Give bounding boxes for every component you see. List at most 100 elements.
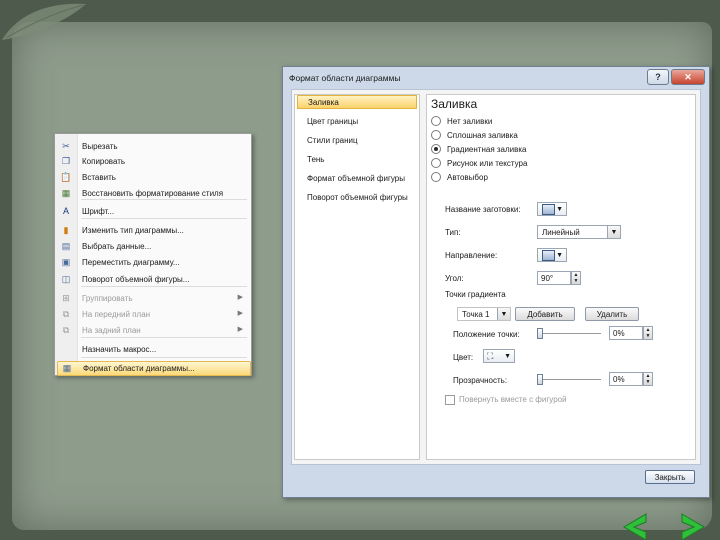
preset-label: Название заготовки: (445, 205, 521, 214)
menu-separator (81, 286, 247, 287)
stop-selector[interactable]: Точка 1 ▼ (457, 307, 511, 321)
menu-item-label: На задний план (82, 325, 141, 335)
chevron-down-icon: ▼ (504, 352, 511, 360)
menu-item-rotate-3d[interactable]: ◫ Поворот объемной фигуры... (57, 272, 249, 286)
transparency-slider[interactable] (537, 379, 601, 380)
nav-item-shadow[interactable]: Тень (297, 152, 417, 166)
direction-swatch-icon (542, 249, 555, 261)
menu-item-label: Вырезать (82, 141, 118, 151)
chevron-down-icon[interactable]: ▼ (607, 226, 620, 238)
menu-item-select-data[interactable]: ▤ Выбрать данные... (57, 239, 249, 253)
preset-swatch-icon (542, 203, 555, 215)
stop-position-label: Положение точки: (453, 330, 520, 339)
dialog-title: Формат области диаграммы (289, 73, 401, 83)
paste-icon: 📋 (60, 171, 72, 182)
menu-item-label: Поворот объемной фигуры... (82, 274, 190, 284)
nav-item-3d-rotation[interactable]: Поворот объемной фигуры (297, 190, 417, 204)
stop-position-slider[interactable] (537, 333, 601, 334)
menu-item-move-chart[interactable]: ▣ Переместить диаграмму... (57, 255, 249, 269)
transparency-thumb[interactable] (537, 374, 543, 385)
chevron-down-icon[interactable]: ▼ (497, 308, 510, 320)
radio-picture-texture-fill[interactable]: Рисунок или текстура (431, 157, 527, 169)
type-value: Линейный (542, 227, 580, 237)
help-button[interactable]: ? (647, 69, 669, 85)
menu-item-reset-style[interactable]: ▦ Восстановить форматирование стиля (57, 186, 249, 200)
menu-separator (81, 337, 247, 338)
previous-slide-arrow-icon[interactable] (623, 513, 647, 540)
menu-item-paste[interactable]: 📋 Вставить (57, 170, 249, 184)
radio-button[interactable] (431, 144, 441, 154)
submenu-arrow-icon: ▶ (237, 294, 243, 301)
nav-item-fill[interactable]: Заливка (297, 95, 417, 109)
move-chart-icon: ▣ (61, 256, 71, 267)
stop-value: Точка 1 (462, 309, 490, 319)
nav-item-border-color[interactable]: Цвет границы (297, 114, 417, 128)
leaf-decoration-icon (2, 3, 86, 40)
color-picker-button[interactable]: ⛶ ▼ (483, 349, 515, 363)
menu-item-font[interactable]: A Шрифт... (57, 204, 249, 218)
stop-position-thumb[interactable] (537, 328, 543, 339)
type-label: Тип: (445, 228, 461, 237)
menu-item-label: Переместить диаграмму... (82, 257, 180, 267)
menu-item-scissors[interactable]: ✂ Вырезать (57, 139, 249, 153)
menu-item-copy[interactable]: ❐ Копировать (57, 154, 249, 168)
radio-label: Автовыбор (447, 172, 488, 182)
menu-item-label: Формат области диаграммы... (83, 364, 195, 373)
format-area-icon: ▦ (62, 363, 72, 373)
close-window-button[interactable]: ✕ (671, 69, 705, 85)
preset-dropdown[interactable]: ▼ (537, 202, 567, 216)
submenu-arrow-icon: ▶ (237, 326, 243, 333)
menu-item-label: Восстановить форматирование стиля (82, 188, 224, 198)
angle-spinner[interactable]: ▲ ▼ (571, 271, 581, 285)
menu-item-label: Выбрать данные... (82, 241, 152, 251)
radio-button[interactable] (431, 130, 441, 140)
menu-item-chart-type[interactable]: ▮ Изменить тип диаграммы... (57, 223, 249, 237)
menu-item-format-area[interactable]: ▦ Формат области диаграммы... (57, 361, 251, 376)
radio-button[interactable] (431, 172, 441, 182)
radio-gradient-fill[interactable]: Градиентная заливка (431, 143, 527, 155)
transparency-input[interactable]: 0% (609, 372, 643, 386)
close-button[interactable]: Закрыть (645, 470, 695, 484)
menu-item-label: Назначить макрос... (82, 344, 157, 354)
rotate-3d-icon: ◫ (61, 273, 71, 284)
transparency-spinner[interactable]: ▲ ▼ (643, 372, 653, 386)
macro-icon (57, 342, 75, 356)
angle-input[interactable]: 90° (537, 271, 571, 285)
chart-type-icon: ▮ (63, 224, 69, 235)
menu-item-macro[interactable]: Назначить макрос... (57, 342, 249, 356)
stop-position-input[interactable]: 0% (609, 326, 643, 340)
chevron-down-icon: ▼ (556, 205, 563, 213)
radio-solid-fill[interactable]: Сплошная заливка (431, 129, 518, 141)
rotate-with-shape-checkbox[interactable] (445, 395, 455, 405)
category-list: Заливка Цвет границы Стили границ Тень Ф… (294, 94, 420, 460)
group-icon: ⊞ (62, 292, 70, 303)
nav-item-border-styles[interactable]: Стили границ (297, 133, 417, 147)
type-combobox[interactable]: Линейный ▼ (537, 225, 621, 239)
rotate-with-shape-label: Повернуть вместе с фигурой (459, 395, 567, 404)
transparency-value: 0% (613, 374, 625, 384)
nav-item-3d-format[interactable]: Формат объемной фигуры (297, 171, 417, 185)
direction-label: Направление: (445, 251, 498, 260)
bring-front-icon: ⧉ (62, 308, 70, 319)
add-stop-button[interactable]: Добавить (515, 307, 575, 321)
menu-separator (81, 199, 247, 200)
direction-dropdown[interactable]: ▼ (537, 248, 567, 262)
radio-automatic-fill[interactable]: Автовыбор (431, 171, 488, 183)
reset-style-icon: ▦ (61, 187, 71, 198)
menu-item-bring-front[interactable]: ⧉ На передний план ▶ (57, 307, 249, 321)
radio-button[interactable] (431, 116, 441, 126)
submenu-arrow-icon: ▶ (237, 310, 243, 317)
panel-title: Заливка (431, 97, 478, 111)
radio-no-fill[interactable]: Нет заливки (431, 115, 492, 127)
radio-button[interactable] (431, 158, 441, 168)
menu-item-send-back[interactable]: ⧉ На задний план ▶ (57, 323, 249, 337)
menu-item-group[interactable]: ⊞ Группировать ▶ (57, 291, 249, 305)
remove-stop-button[interactable]: Удалить (585, 307, 639, 321)
menu-item-label: Изменить тип диаграммы... (82, 225, 184, 235)
stop-position-spinner[interactable]: ▲ ▼ (643, 326, 653, 340)
menu-item-label: На передний план (82, 309, 151, 319)
font-icon: A (62, 206, 69, 216)
format-chart-area-dialog: Формат области диаграммы ? ✕ Заливка Цве… (282, 66, 710, 498)
next-slide-arrow-icon[interactable] (681, 513, 705, 540)
stop-position-value: 0% (613, 328, 625, 338)
